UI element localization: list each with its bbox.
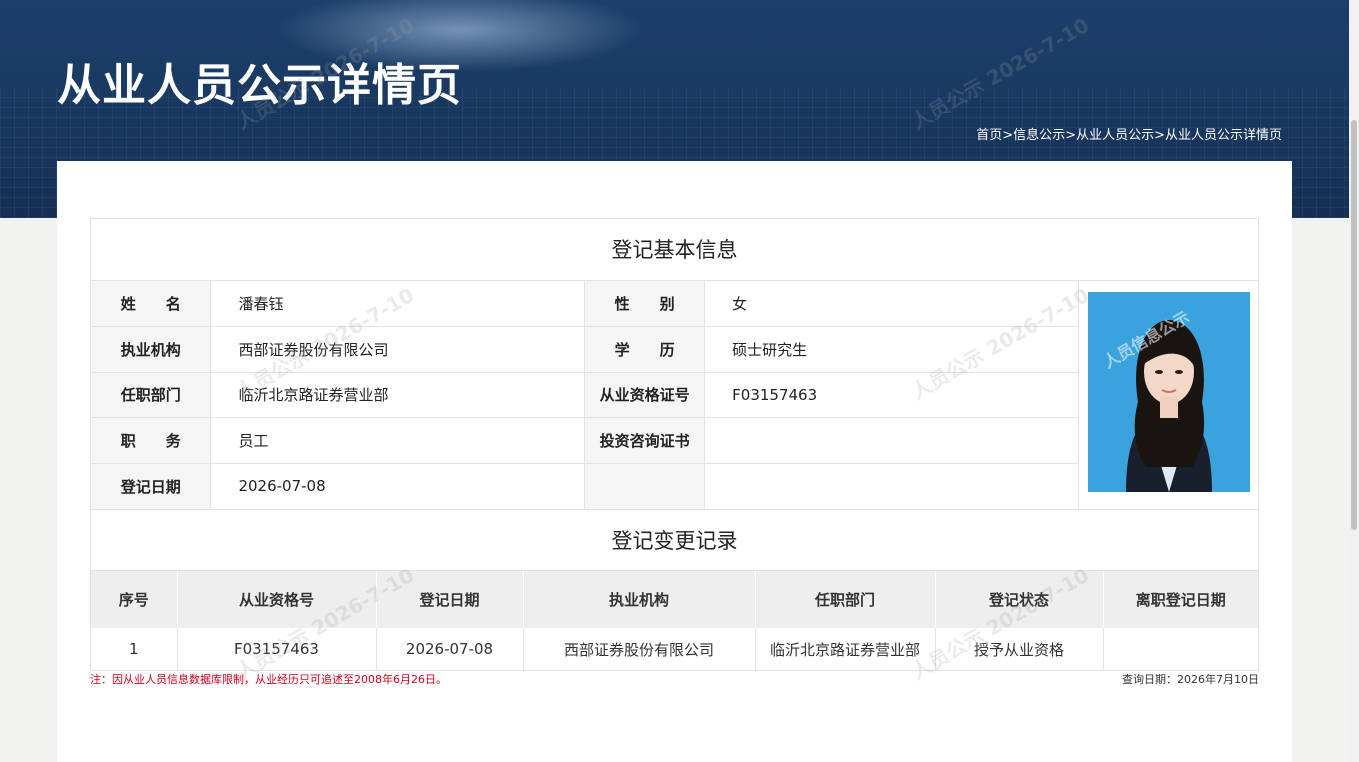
table-row: 姓 名 潘春钰 性 别 女 (91, 281, 1079, 328)
value-advisory-cert (704, 417, 1079, 464)
basic-info-title: 登记基本信息 (91, 219, 1258, 281)
cell-leave-date (1103, 628, 1258, 670)
table-row: 登记日期 2026-07-08 (91, 463, 1079, 509)
change-records-table: 序号 从业资格号 登记日期 执业机构 任职部门 登记状态 离职登记日期 1 F0… (91, 571, 1258, 670)
label-position: 职 务 (91, 417, 212, 464)
label-name: 姓 名 (91, 281, 212, 328)
value-education: 硕士研究生 (704, 326, 1079, 373)
cell-status: 授予从业资格 (935, 628, 1104, 670)
col-department: 任职部门 (755, 571, 936, 628)
col-license-no: 从业资格号 (177, 571, 377, 628)
value-name: 潘春钰 (210, 281, 586, 328)
query-date: 查询日期：2026年7月10日 (1122, 673, 1259, 686)
label-gender: 性 别 (584, 281, 706, 328)
label-institution: 执业机构 (91, 326, 212, 373)
page-title: 从业人员公示详情页 (57, 60, 462, 111)
col-register-date: 登记日期 (376, 571, 524, 628)
basic-info-section: 姓 名 潘春钰 性 别 女 执业机构 西部证券股份有限公司 学 历 硕士研究生 … (91, 281, 1258, 510)
portrait-photo: 人员信息公示 (1088, 292, 1250, 492)
value-gender: 女 (704, 281, 1079, 328)
breadcrumb-staff[interactable]: 从业人员公示 (1076, 128, 1154, 143)
breadcrumb-home[interactable]: 首页 (976, 128, 1002, 143)
cell-institution: 西部证券股份有限公司 (523, 628, 756, 670)
label-empty (584, 463, 706, 509)
label-license-no: 从业资格证号 (584, 372, 706, 419)
col-index: 序号 (91, 571, 178, 628)
value-license-no: F03157463 (704, 372, 1079, 419)
photo-cell: 人员信息公示 (1079, 281, 1258, 509)
table-row: 职 务 员工 投资咨询证书 (91, 417, 1079, 464)
label-department: 任职部门 (91, 372, 212, 419)
breadcrumb: 首页>信息公示>从业人员公示>从业人员公示详情页 (976, 128, 1282, 143)
cell-register-date: 2026-07-08 (376, 628, 524, 670)
col-status: 登记状态 (935, 571, 1104, 628)
info-box: 登记基本信息 姓 名 潘春钰 性 别 女 执业机构 西部证券股份有限公司 学 历… (90, 218, 1259, 671)
col-leave-date: 离职登记日期 (1103, 571, 1258, 628)
table-row: 1 F03157463 2026-07-08 西部证券股份有限公司 临沂北京路证… (91, 628, 1258, 670)
basic-info-table: 姓 名 潘春钰 性 别 女 执业机构 西部证券股份有限公司 学 历 硕士研究生 … (91, 281, 1079, 509)
cell-license-no: F03157463 (177, 628, 377, 670)
table-row: 任职部门 临沂北京路证券营业部 从业资格证号 F03157463 (91, 372, 1079, 419)
label-education: 学 历 (584, 326, 706, 373)
portrait-illustration (1088, 292, 1250, 492)
value-empty (704, 463, 1079, 509)
value-institution: 西部证券股份有限公司 (210, 326, 586, 373)
page-scrollbar[interactable] (1349, 0, 1359, 762)
cell-index: 1 (91, 628, 178, 670)
label-advisory-cert: 投资咨询证书 (584, 417, 706, 464)
table-header-row: 序号 从业资格号 登记日期 执业机构 任职部门 登记状态 离职登记日期 (91, 571, 1258, 628)
col-institution: 执业机构 (523, 571, 756, 628)
change-records-title: 登记变更记录 (91, 510, 1258, 571)
cell-department: 临沂北京路证券营业部 (755, 628, 936, 670)
footnote: 注：因从业人员信息数据库限制，从业经历只可追述至2008年6月26日。 (90, 673, 447, 686)
value-register-date: 2026-07-08 (210, 463, 586, 509)
breadcrumb-current: 从业人员公示详情页 (1164, 128, 1282, 143)
scrollbar-thumb[interactable] (1351, 120, 1357, 530)
detail-card: 登记基本信息 姓 名 潘春钰 性 别 女 执业机构 西部证券股份有限公司 学 历… (57, 161, 1292, 762)
label-register-date: 登记日期 (91, 463, 212, 509)
table-row: 执业机构 西部证券股份有限公司 学 历 硕士研究生 (91, 326, 1079, 373)
value-position: 员工 (210, 417, 586, 464)
value-department: 临沂北京路证券营业部 (210, 372, 586, 419)
breadcrumb-info[interactable]: 信息公示 (1013, 128, 1065, 143)
